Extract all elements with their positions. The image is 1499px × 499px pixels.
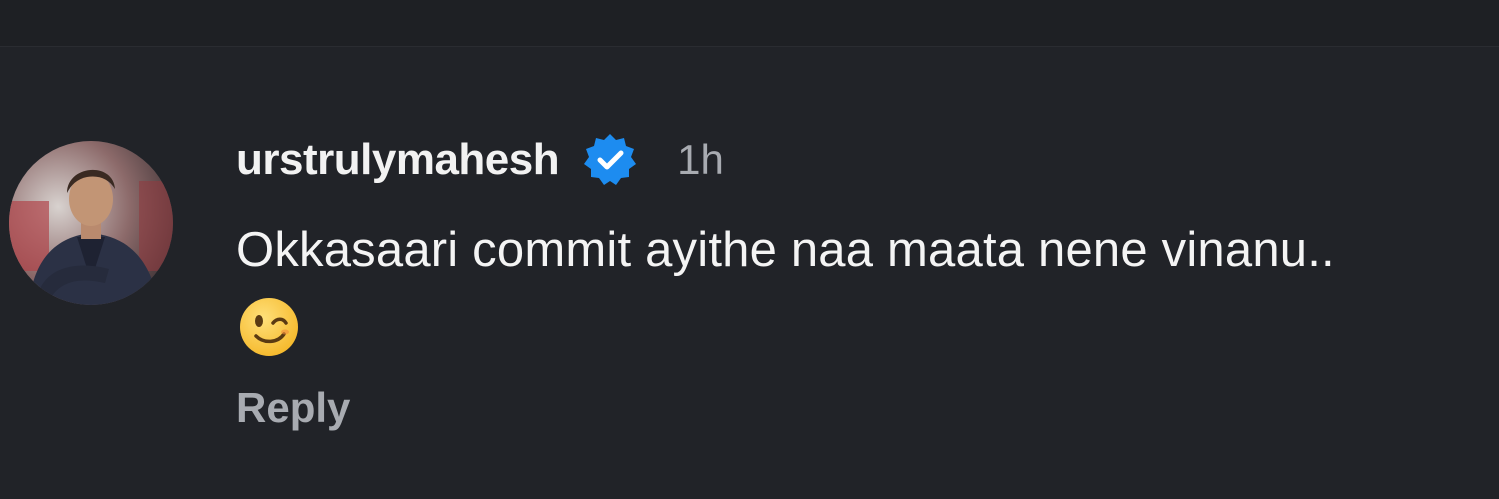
comment-header: urstrulymahesh 1h <box>236 130 724 190</box>
comment-screen: urstrulymahesh 1h Okkasaari commit ayith… <box>0 0 1499 499</box>
comment-item: urstrulymahesh 1h Okkasaari commit ayith… <box>0 0 1499 499</box>
comment-text: Okkasaari commit ayithe naa maata nene v… <box>236 223 1335 277</box>
avatar[interactable] <box>9 141 173 305</box>
reply-button[interactable]: Reply <box>236 384 350 432</box>
winking-face-icon <box>238 296 300 358</box>
username[interactable]: urstrulymahesh <box>236 135 560 185</box>
verified-badge-icon <box>581 131 639 189</box>
timestamp: 1h <box>677 136 724 183</box>
